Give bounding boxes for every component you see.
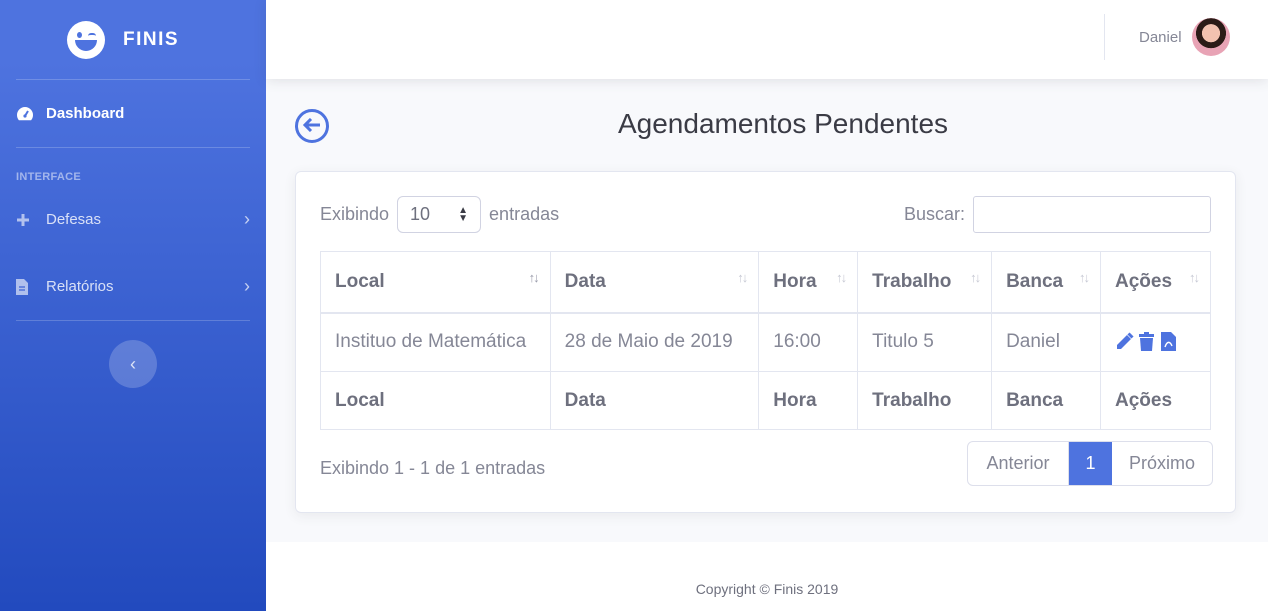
show-suffix: entradas — [489, 204, 560, 224]
table-info: Exibindo 1 - 1 de 1 entradas — [320, 458, 546, 478]
sort-icon: ↑↓ — [970, 270, 981, 285]
chevron-right-icon: › — [244, 209, 250, 229]
sort-icon: ↑↓ — [1079, 270, 1090, 285]
table-header-row: Local ↑↓ Data ↑↓ Hora ↑↓ Trabalho ↑↓ Banca ↑↓… — [320, 251, 1211, 314]
cell-banca: Daniel — [991, 312, 1101, 372]
entries-select-value: 10 — [410, 204, 431, 224]
entries-select[interactable]: 10 ▲ ▼ — [397, 196, 482, 233]
sidebar-item-defesas[interactable]: Defesas › — [0, 186, 266, 253]
page-title: Agendamentos Pendentes — [617, 108, 949, 139]
plus-icon — [16, 213, 46, 227]
cell-hora: 16:00 — [758, 312, 859, 372]
column-header-trabalho[interactable]: Trabalho ↑↓ — [857, 251, 993, 314]
pagination-page-1[interactable]: 1 — [1069, 442, 1112, 485]
sort-icon: ↑↓ — [737, 270, 748, 285]
edit-pencil-icon[interactable] — [1115, 332, 1134, 352]
brand-name: FINIS — [122, 28, 180, 50]
column-header-local[interactable]: Local ↑↓ — [320, 251, 551, 314]
brand[interactable]: FINIS — [0, 0, 266, 79]
sidebar: FINIS Dashboard INTERFACE Defesas › Rela… — [0, 0, 266, 611]
sidebar-item-label: Defesas — [46, 211, 102, 228]
pagination-previous-button[interactable]: Anterior — [968, 442, 1069, 485]
back-button[interactable] — [295, 109, 329, 143]
sort-icon: ↑↓ — [528, 270, 540, 285]
chevron-right-icon: › — [244, 276, 250, 296]
footer-local: Local — [320, 371, 551, 430]
sidebar-divider — [16, 320, 250, 321]
entries-length-control: Exibindo 10 ▲ ▼ entradas — [320, 196, 559, 233]
search-input[interactable] — [973, 196, 1211, 233]
arrow-left-icon — [302, 115, 321, 138]
topbar: Daniel — [266, 0, 1268, 79]
sidebar-item-label: Relatórios — [46, 278, 114, 295]
column-header-acoes[interactable]: Ações ↑↓ — [1100, 251, 1211, 314]
sidebar-item-relatorios[interactable]: Relatórios › — [0, 253, 266, 320]
wink-face-icon — [66, 20, 105, 59]
sidebar-item-dashboard[interactable]: Dashboard — [0, 80, 266, 147]
user-menu[interactable]: Daniel — [1139, 18, 1230, 56]
footer-acoes: Ações — [1100, 371, 1211, 430]
cell-data: 28 de Maio de 2019 — [549, 312, 760, 372]
show-prefix: Exibindo — [320, 204, 390, 224]
trash-icon[interactable] — [1138, 332, 1157, 352]
column-header-hora[interactable]: Hora ↑↓ — [758, 251, 859, 314]
pagination: Anterior 1 Próximo — [967, 441, 1213, 486]
cell-trabalho: Titulo 5 — [857, 312, 993, 372]
sidebar-toggle-button[interactable]: ‹ — [109, 340, 157, 388]
chevron-left-icon: ‹ — [130, 353, 136, 374]
pagination-next-button[interactable]: Próximo — [1112, 442, 1212, 485]
topbar-divider — [1104, 14, 1105, 60]
sort-icon: ↑↓ — [1189, 270, 1200, 285]
select-arrows-icon: ▲ ▼ — [458, 204, 469, 224]
avatar — [1191, 18, 1230, 56]
sort-icon: ↑↓ — [836, 270, 847, 285]
table-card: Exibindo 10 ▲ ▼ entradas Buscar: Local ↑↓ … — [295, 171, 1236, 513]
footer-hora: Hora — [758, 371, 859, 430]
pdf-file-icon[interactable] — [1161, 332, 1180, 352]
sidebar-item-label: Dashboard — [46, 105, 125, 122]
copyright-text: Copyright © Finis 2019 — [695, 580, 839, 597]
username: Daniel — [1139, 28, 1182, 46]
column-header-banca[interactable]: Banca ↑↓ — [991, 251, 1101, 314]
footer-banca: Banca — [991, 371, 1101, 430]
cell-local: Instituo de Matemática — [320, 312, 551, 372]
cell-acoes — [1100, 312, 1211, 372]
sidebar-heading: INTERFACE — [16, 171, 82, 183]
file-icon — [16, 278, 46, 295]
footer-trabalho: Trabalho — [857, 371, 993, 430]
appointments-table: Local ↑↓ Data ↑↓ Hora ↑↓ Trabalho ↑↓ Banca ↑↓… — [320, 251, 1211, 430]
table-row: Instituo de Matemática 28 de Maio de 201… — [320, 312, 1211, 372]
search-control: Buscar: — [904, 196, 1211, 233]
footer-data: Data — [549, 371, 760, 430]
search-label: Buscar: — [903, 204, 965, 224]
table-footer-row: Local Data Hora Trabalho Banca Ações — [320, 371, 1211, 430]
tachometer-icon — [16, 106, 46, 122]
column-header-data[interactable]: Data ↑↓ — [549, 251, 760, 314]
footer: Copyright © Finis 2019 — [266, 542, 1268, 611]
